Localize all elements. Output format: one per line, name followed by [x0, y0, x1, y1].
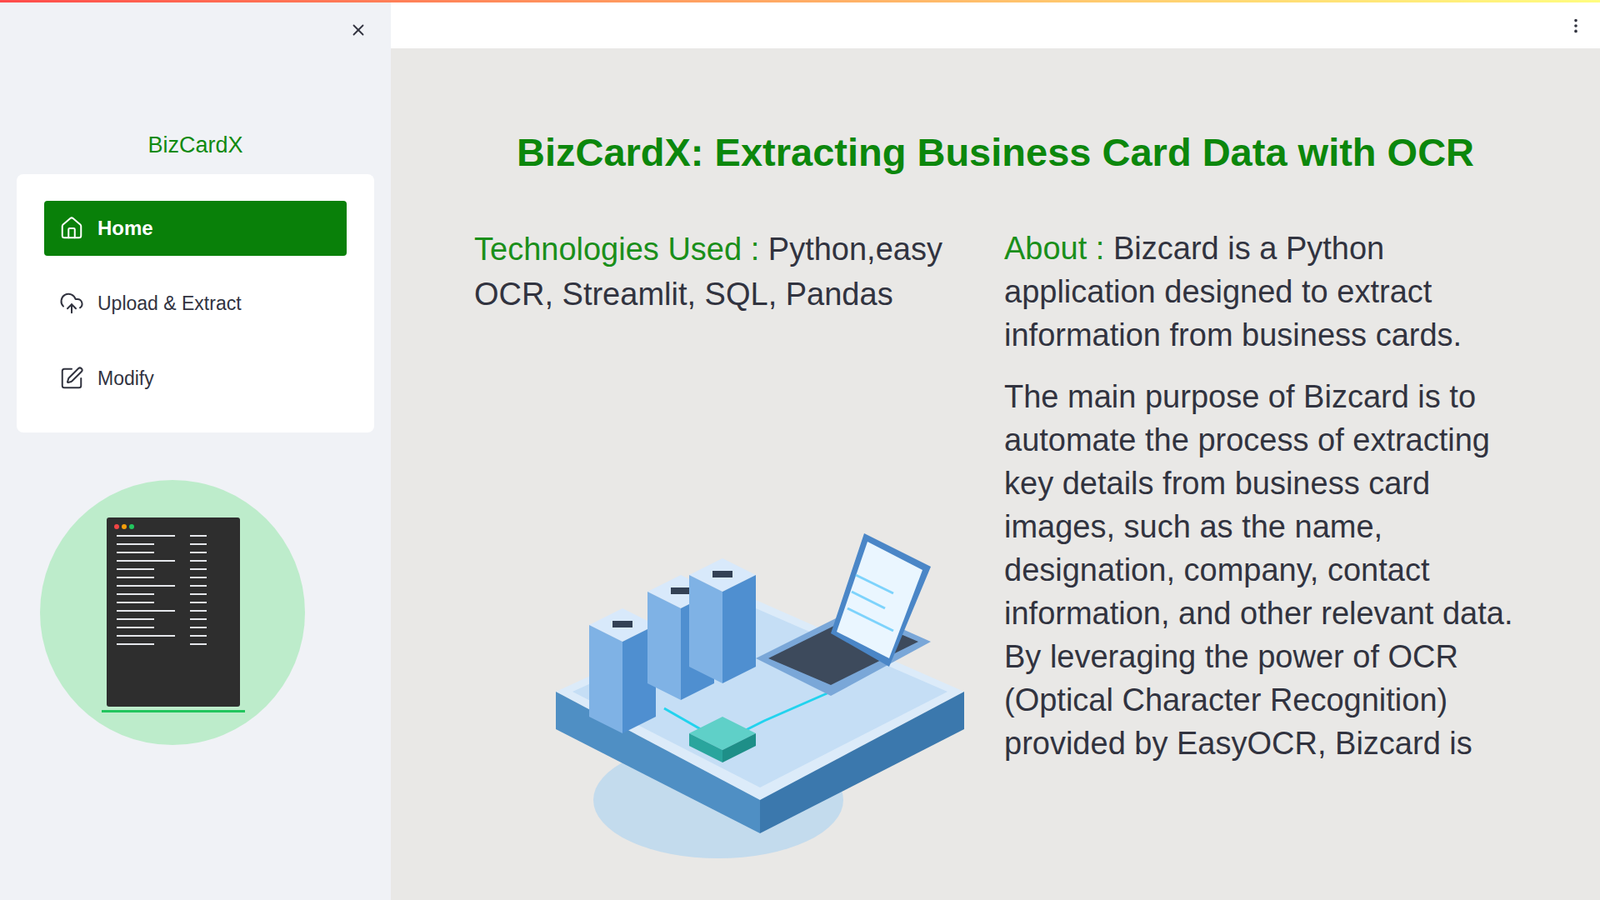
sidebar-menu: Home Upload & Extract Modify	[16, 174, 375, 433]
close-sidebar-button[interactable]	[345, 17, 371, 43]
sidebar-title: BizCardX	[16, 130, 375, 160]
edit-icon	[59, 365, 85, 391]
about-column: About : Bizcard is a Python application …	[1004, 226, 1517, 900]
sidebar-item[interactable]: Modify	[44, 350, 347, 406]
sidebar-item[interactable]: Upload & Extract	[44, 275, 347, 331]
technologies-column: Technologies Used : Python,easy OCR, Str…	[474, 226, 958, 900]
page-title: BizCardX: Extracting Business Card Data …	[474, 128, 1517, 177]
main-header	[390, 2, 1600, 49]
document-illustration-icon	[40, 480, 305, 745]
more-options-icon	[1566, 16, 1585, 35]
about-paragraph: The main purpose of Bizcard is to automa…	[1004, 375, 1517, 765]
about-text: About : Bizcard is a Python application …	[1004, 226, 1517, 357]
sidebar-item[interactable]: Home	[44, 200, 347, 256]
main-menu-button[interactable]	[1563, 13, 1589, 39]
close-icon	[349, 20, 368, 40]
sidebar: BizCardX Home Upload & Extract Modify	[0, 2, 391, 900]
home-icon	[59, 215, 85, 241]
upload-cloud-icon	[59, 290, 85, 316]
technologies-text: Technologies Used : Python,easy OCR, Str…	[474, 226, 958, 317]
app: BizCardXHomeUpload & ExtractModifyBizCar…	[0, 0, 1600, 900]
main-content: BizCardX: Extracting Business Card Data …	[390, 2, 1600, 900]
server-laptop-illustration-icon	[555, 525, 965, 900]
